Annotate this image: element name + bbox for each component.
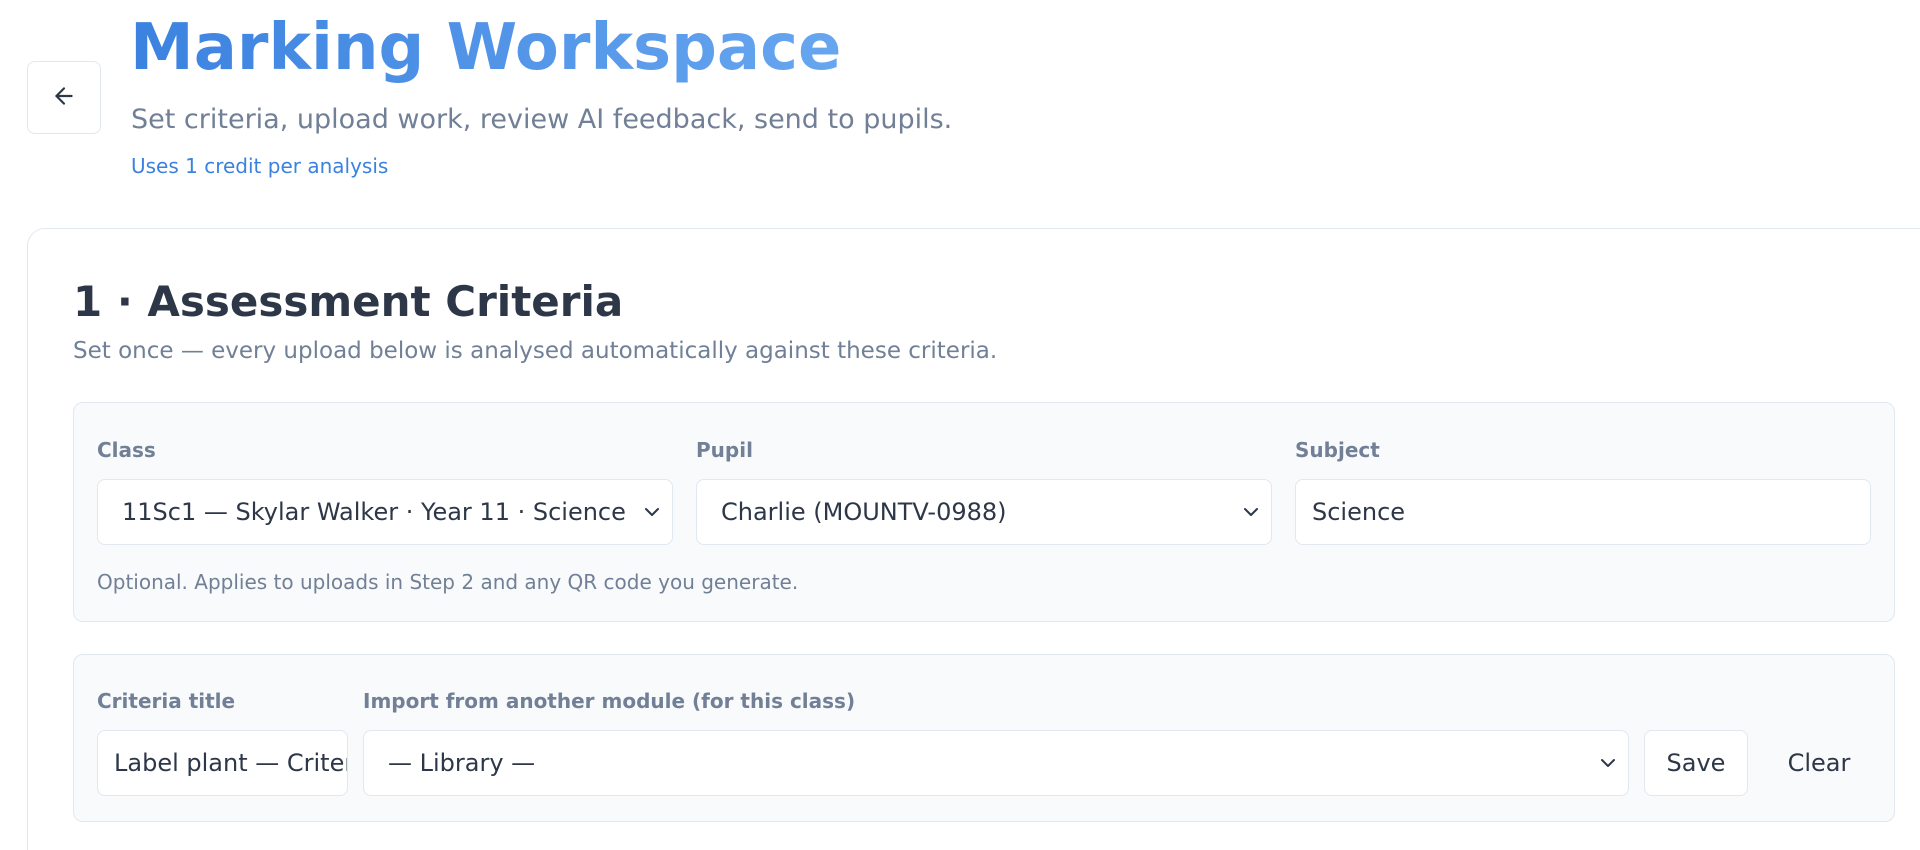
- credit-note: Uses 1 credit per analysis: [131, 154, 389, 178]
- context-help-text: Optional. Applies to uploads in Step 2 a…: [97, 570, 799, 594]
- criteria-title-label: Criteria title: [97, 689, 236, 713]
- chevron-down-icon: [1231, 506, 1271, 518]
- pupil-label: Pupil: [696, 438, 753, 462]
- chevron-down-icon: [1588, 757, 1628, 769]
- import-library-value: — Library —: [388, 749, 536, 777]
- criteria-title-input[interactable]: Label plant — Criteria: [97, 730, 348, 796]
- subject-input[interactable]: Science: [1295, 479, 1871, 545]
- save-button[interactable]: Save: [1644, 730, 1748, 796]
- subject-label: Subject: [1295, 438, 1380, 462]
- class-label: Class: [97, 438, 156, 462]
- section-title: 1 · Assessment Criteria: [73, 277, 624, 326]
- import-label: Import from another module (for this cla…: [363, 689, 856, 713]
- arrow-left-icon: [51, 83, 77, 113]
- clear-button[interactable]: Clear: [1764, 730, 1874, 796]
- section-description: Set once — every upload below is analyse…: [73, 338, 998, 364]
- class-select[interactable]: 11Sc1 — Skylar Walker · Year 11 · Scienc…: [97, 479, 673, 545]
- chevron-down-icon: [632, 506, 672, 518]
- subject-input-value: Science: [1312, 498, 1406, 526]
- class-select-value: 11Sc1 — Skylar Walker · Year 11 · Scienc…: [122, 498, 626, 526]
- import-library-select[interactable]: — Library —: [363, 730, 1629, 796]
- page-title: Marking Workspace: [130, 8, 841, 88]
- back-button[interactable]: [27, 61, 101, 134]
- criteria-title-value: Label plant — Criteria: [114, 749, 347, 777]
- marking-workspace-page: Marking Workspace Set criteria, upload w…: [0, 0, 1920, 850]
- pupil-select[interactable]: Charlie (MOUNTV-0988): [696, 479, 1272, 545]
- page-subtitle: Set criteria, upload work, review AI fee…: [131, 104, 953, 135]
- pupil-select-value: Charlie (MOUNTV-0988): [721, 498, 1007, 526]
